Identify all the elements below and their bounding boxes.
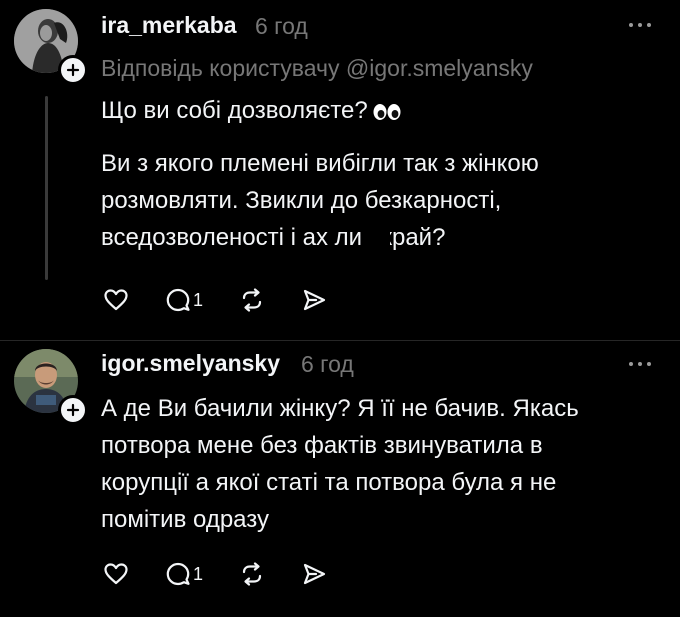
plus-icon [66, 403, 80, 417]
reply-to-line: Відповідь користувачу @igor.smelyansky [101, 55, 533, 82]
more-icon [629, 23, 633, 27]
comment-icon [166, 562, 190, 586]
thread-line [45, 96, 48, 280]
follow-button[interactable] [58, 55, 88, 85]
post-ira-merkaba: ira_merkaba 6 год Відповідь користувачу … [0, 0, 680, 340]
eyes-emoji [373, 103, 401, 120]
reply-to-prefix: Відповідь користувачу [101, 55, 340, 81]
repost-button[interactable] [239, 561, 265, 587]
post-text: Що ви собі дозволяєте? Ви з якого племен… [101, 92, 539, 256]
post-text-line: А де Ви бачили жінку? Я її не бачив. Яка… [101, 395, 579, 422]
more-icon [629, 362, 633, 366]
comment-count: 1 [193, 289, 204, 310]
username[interactable]: ira_merkaba [101, 12, 237, 39]
post-text-line: корупції а якої статі та потвора була я … [101, 469, 557, 496]
plus-icon [66, 63, 80, 77]
more-options-button[interactable] [622, 356, 658, 372]
post-text-line: потвора мене без фактів звинуватила в [101, 432, 543, 459]
share-icon [303, 563, 326, 585]
comment-button[interactable]: 1 [165, 561, 203, 587]
action-bar: 1 [103, 561, 363, 587]
comment-icon [166, 288, 190, 312]
repost-button[interactable] [239, 287, 265, 313]
post-text-line: розмовляти. Звикли до безкарності, [101, 187, 502, 214]
timestamp[interactable]: 6 год [301, 351, 354, 378]
follow-button[interactable] [58, 395, 88, 425]
heart-icon [104, 289, 128, 311]
post-text-line: Що ви собі дозволяєте? [101, 92, 539, 129]
reply-to-handle[interactable]: @igor.smelyansky [346, 55, 533, 81]
post-text-line: вседозволеності і ах ли вкрай? [101, 224, 446, 251]
heart-icon [104, 563, 128, 585]
repost-icon [242, 288, 262, 312]
post-text-line: помітив одразу [101, 506, 269, 533]
action-bar: 1 [103, 287, 363, 313]
post-text-line: Ви з якого племені вибігли так з жінкою [101, 150, 539, 177]
comment-button[interactable]: 1 [165, 287, 203, 313]
like-button[interactable] [103, 561, 129, 587]
more-options-button[interactable] [622, 17, 658, 33]
post-text: А де Ви бачили жінку? Я її не бачив. Яка… [101, 390, 579, 538]
share-button[interactable] [301, 287, 327, 313]
share-button[interactable] [301, 561, 327, 587]
timestamp[interactable]: 6 год [255, 13, 308, 40]
redaction-bar [362, 224, 390, 268]
username[interactable]: igor.smelyansky [101, 350, 280, 377]
like-button[interactable] [103, 287, 129, 313]
share-icon [303, 289, 326, 311]
comment-count: 1 [193, 563, 204, 584]
post-igor-smelyansky: igor.smelyansky 6 год А де Ви бачили жін… [0, 340, 680, 617]
repost-icon [242, 562, 262, 586]
